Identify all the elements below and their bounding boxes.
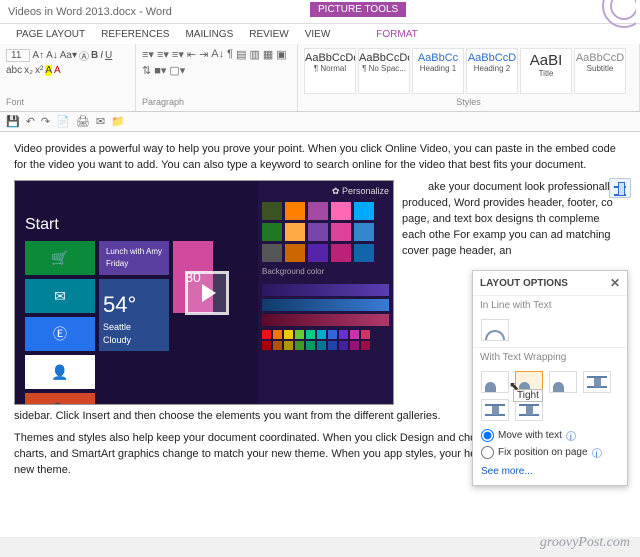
style-heading1[interactable]: AaBbCcHeading 1 bbox=[412, 48, 464, 94]
wallpaper-swatches bbox=[262, 202, 389, 262]
see-more-link[interactable]: See more... bbox=[473, 461, 627, 485]
wrap-front[interactable] bbox=[515, 399, 543, 421]
layout-options-title: LAYOUT OPTIONS bbox=[480, 278, 568, 289]
bgcolor-label: Background color bbox=[262, 266, 389, 278]
info-icon[interactable]: i bbox=[592, 448, 602, 458]
style-heading2[interactable]: AaBbCcDHeading 2 bbox=[466, 48, 518, 94]
style-title[interactable]: AaBITitle bbox=[520, 48, 572, 94]
subscript-icon[interactable]: x₂ bbox=[24, 65, 33, 76]
bold-icon[interactable]: B bbox=[91, 50, 98, 61]
radio-fix-label: Fix position on page bbox=[498, 447, 588, 458]
window-title: Videos in Word 2013.docx - Word bbox=[8, 6, 172, 18]
weather-block: 54° Seattle Cloudy bbox=[103, 289, 136, 347]
qat-undo-icon[interactable]: ↶ bbox=[26, 115, 35, 128]
align-center-icon[interactable]: ▥ bbox=[249, 48, 259, 61]
highlight-icon[interactable]: A bbox=[45, 65, 52, 76]
font-color-icon[interactable]: A bbox=[54, 65, 61, 76]
layout-options-anchor-icon[interactable] bbox=[609, 178, 631, 198]
tab-page-layout[interactable]: PAGE LAYOUT bbox=[8, 27, 93, 42]
start-label: Start bbox=[25, 213, 59, 236]
radio-move-with-text[interactable] bbox=[481, 429, 494, 442]
tab-references[interactable]: REFERENCES bbox=[93, 27, 177, 42]
tile-video-icon: 🎥 bbox=[25, 393, 95, 405]
section-wrap: With Text Wrapping bbox=[473, 347, 627, 367]
styles-group-label: Styles bbox=[304, 97, 633, 107]
play-button-icon[interactable] bbox=[185, 271, 229, 315]
embedded-video[interactable]: Start 🛒 Lunch with AmyFriday 30 ✉ Ⓔ 👤 🎥 … bbox=[14, 180, 394, 405]
clear-format-icon[interactable]: Ⓐ bbox=[79, 48, 89, 63]
radio-fix-position[interactable] bbox=[481, 446, 494, 459]
multilevel-icon[interactable]: ≡▾ bbox=[172, 48, 184, 61]
qat-new-icon[interactable]: 📄 bbox=[56, 115, 70, 128]
align-right-icon[interactable]: ▦ bbox=[263, 48, 273, 61]
wrap-square[interactable] bbox=[481, 371, 509, 393]
styles-gallery[interactable]: AaBbCcDc¶ Normal AaBbCcDc¶ No Spac... Aa… bbox=[304, 48, 633, 94]
corner-decoration bbox=[590, 0, 636, 32]
ribbon-tabs: PAGE LAYOUT REFERENCES MAILINGS REVIEW V… bbox=[0, 24, 640, 44]
grow-font-icon[interactable]: A↑ bbox=[32, 50, 44, 61]
shading-icon[interactable]: ■▾ bbox=[154, 64, 166, 77]
tab-view[interactable]: VIEW bbox=[297, 27, 339, 42]
qat-redo-icon[interactable]: ↷ bbox=[41, 115, 50, 128]
style-subtitle[interactable]: AaBbCcDSubtitle bbox=[574, 48, 626, 94]
font-group-label: Font bbox=[6, 97, 129, 107]
line-spacing-icon[interactable]: ⇅ bbox=[142, 64, 151, 77]
show-marks-icon[interactable]: ¶ bbox=[227, 48, 233, 61]
tile-store-icon: 🛒 bbox=[25, 241, 95, 275]
ribbon-body: 11 A↑ A↓ Aa▾ Ⓐ B I U abc x₂ x² A A Font … bbox=[0, 44, 640, 112]
info-icon[interactable]: i bbox=[566, 431, 576, 441]
tile-photo: 👤 bbox=[25, 355, 95, 389]
qat-mail-icon[interactable]: ✉ bbox=[96, 115, 105, 128]
italic-icon[interactable]: I bbox=[100, 50, 103, 61]
wrap-through[interactable] bbox=[549, 371, 577, 393]
tile-contact: Lunch with AmyFriday bbox=[99, 241, 169, 275]
context-tab-label: PICTURE TOOLS bbox=[310, 2, 406, 17]
tab-format[interactable]: FORMAT bbox=[368, 27, 425, 42]
style-normal[interactable]: AaBbCcDc¶ Normal bbox=[304, 48, 356, 94]
sort-icon[interactable]: A↓ bbox=[211, 48, 224, 61]
tile-mail-icon: ✉ bbox=[25, 279, 95, 313]
layout-options-panel: LAYOUT OPTIONS ✕ In Line with Text With … bbox=[472, 270, 628, 486]
color-bars bbox=[262, 284, 389, 326]
tab-mailings[interactable]: MAILINGS bbox=[177, 27, 241, 42]
numbering-icon[interactable]: ≡▾ bbox=[157, 48, 169, 61]
borders-icon[interactable]: ▢▾ bbox=[169, 64, 185, 77]
radio-move-label: Move with text bbox=[498, 430, 562, 441]
qat-save-icon[interactable]: 💾 bbox=[6, 115, 20, 128]
watermark: groovyPost.com bbox=[540, 535, 630, 551]
body-p1: Video provides a powerful way to help yo… bbox=[14, 142, 626, 174]
wrap-inline[interactable] bbox=[481, 319, 509, 341]
wrap-tight[interactable] bbox=[515, 371, 543, 393]
wrap-behind[interactable] bbox=[481, 399, 509, 421]
quick-access-toolbar: 💾 ↶ ↷ 📄 🖨 ✉ 📁 bbox=[0, 112, 640, 132]
paragraph-group-label: Paragraph bbox=[142, 97, 291, 107]
shrink-font-icon[interactable]: A↓ bbox=[46, 50, 58, 61]
style-nospacing[interactable]: AaBbCcDc¶ No Spac... bbox=[358, 48, 410, 94]
underline-icon[interactable]: U bbox=[105, 50, 112, 61]
tab-review[interactable]: REVIEW bbox=[241, 27, 296, 42]
strike-icon[interactable]: abc bbox=[6, 65, 22, 76]
indent-icon[interactable]: ⇥ bbox=[199, 48, 208, 61]
tile-ie-icon: Ⓔ bbox=[25, 317, 95, 351]
qat-print-icon[interactable]: 🖨 bbox=[76, 115, 90, 128]
change-case-icon[interactable]: Aa▾ bbox=[60, 50, 77, 61]
accent-swatches bbox=[262, 330, 389, 350]
justify-icon[interactable]: ▣ bbox=[276, 48, 286, 61]
bullets-icon[interactable]: ≡▾ bbox=[142, 48, 154, 61]
close-icon[interactable]: ✕ bbox=[610, 276, 620, 290]
outdent-icon[interactable]: ⇤ bbox=[187, 48, 196, 61]
font-size-combo[interactable]: 11 bbox=[6, 49, 30, 62]
section-inline: In Line with Text bbox=[473, 295, 627, 315]
superscript-icon[interactable]: x² bbox=[35, 65, 43, 76]
qat-open-icon[interactable]: 📁 bbox=[111, 115, 125, 128]
personalize-panel: ✿ Personalize Background color bbox=[258, 181, 393, 404]
personalize-label: ✿ Personalize bbox=[262, 185, 389, 198]
wrap-topbottom[interactable] bbox=[583, 371, 611, 393]
side-paragraph: ake your document look professionally pr… bbox=[402, 181, 615, 257]
align-left-icon[interactable]: ▤ bbox=[236, 48, 246, 61]
